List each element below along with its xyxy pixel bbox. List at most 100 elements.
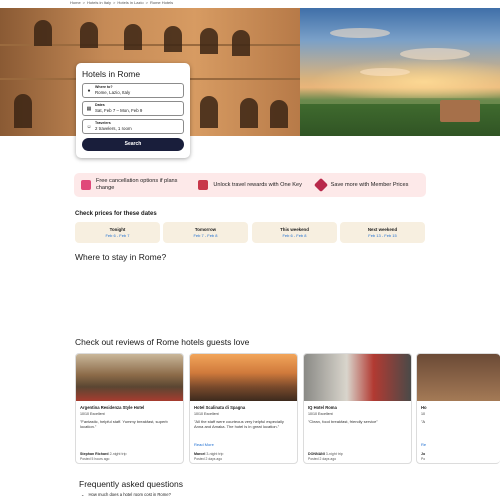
date-option-range: Feb 13 - Feb 15 [368,233,397,238]
calendar-icon [81,180,91,190]
arch [270,100,288,128]
review-posted: Po [421,457,426,461]
arch [240,98,258,128]
arch [200,96,218,128]
chevron-down-icon: ⌄ [81,492,85,497]
author-name: Jo [421,452,426,456]
date-option-label: Tomorrow [194,227,217,232]
trip-length: 2-night trip [109,452,127,456]
search-title: Hotels in Rome [82,69,141,79]
cloud [330,28,390,38]
review-card[interactable]: Ho 10 "A Re Jo Po [416,353,500,464]
promo-item: Save more with Member Prices [309,177,426,193]
page: Home > Hotels in Italy > Hotels in Lazio > … [0,0,500,500]
breadcrumb-item[interactable]: Home [70,0,81,8]
promo-text: Unlock travel rewards with One Key [213,181,302,188]
arch [80,22,98,48]
key-card-icon [198,180,209,190]
promo-text: Save more with Member Prices [330,181,409,188]
promo-item: Unlock travel rewards with One Key [191,180,308,190]
arch [14,94,32,128]
promo-text: Free cancellation options if plans chang… [96,178,178,191]
prices-title: Check prices for these dates [75,211,157,217]
author-name: DONNANI [308,452,325,456]
hotel-name: Argentina Residenza Style Hotel [80,405,145,410]
faq-question-text: How much does a hotel room cost in Rome? [88,492,171,497]
date-option-label: Next weekend [367,227,398,232]
review-quote: "Fantastic, helpful staff. Yummy breakfa… [80,419,168,430]
review-card[interactable]: IQ Hotel Roma 10/10 Excellent "Clean, fo… [303,353,412,464]
hotel-photo [190,354,297,401]
hotel-name: Hotel Scalinata di Spagna [194,405,246,410]
hotel-photo [417,354,500,401]
review-posted: Posted 2 days ago [194,457,223,461]
review-score: 10/10 Excellent [80,412,105,416]
hotel-photo [76,354,183,401]
faq-title: Frequently asked questions [79,479,183,489]
review-score: 10/10 Excellent [308,412,333,416]
sunset-glow [310,58,500,98]
review-score: 10 [421,412,425,416]
where-to-stay-title: Where to stay in Rome? [75,252,167,262]
dates-value: Sat, Feb 7 – Mon, Feb 9 [95,108,143,113]
read-more-link[interactable]: Re [421,442,496,447]
read-more-link[interactable]: Read More [194,442,293,447]
search-button[interactable]: Search [82,138,184,151]
review-author: Jo [421,452,425,456]
date-option-range: Feb 7 - Feb 8 [193,233,218,238]
author-name: Stephan Richard [80,452,109,456]
review-author: Marcel 3-night trip [194,452,223,456]
review-quote: "A [421,419,426,424]
hotel-photo [304,354,411,401]
review-score: 10/10 Excellent [194,412,219,416]
date-option-label: Tonight [109,227,126,232]
date-option-range: Feb 6 - Feb 8 [282,233,307,238]
location-pin-icon: ● [87,88,91,94]
breadcrumb-item[interactable]: Hotels in Lazio [117,0,143,8]
arch [124,24,142,50]
hero-image [0,8,500,136]
trip-length: 3-night trip [206,452,224,456]
arch [232,30,250,56]
calendar-icon: ▦ [86,106,92,112]
review-posted: Posted 2 days ago [308,457,337,461]
hotel-name: IQ Hotel Roma [308,405,337,410]
search-card: Hotels in Rome ● Where to? Rome, Lazio, … [76,63,190,158]
review-posted: Posted 5 hours ago [80,457,110,461]
travelers-value: 2 travelers, 1 room [95,126,132,131]
review-quote: "All the staff were courteous very helpf… [194,419,284,430]
review-author: Stephan Richard 2-night trip [80,452,127,456]
destination-field[interactable]: ● Where to? Rome, Lazio, Italy [82,83,184,98]
breadcrumb: Home > Hotels in Italy > Hotels in Lazio > … [70,0,173,8]
arch [34,20,52,46]
ruin [440,100,480,122]
travelers-field[interactable]: ☺ Travelers 2 travelers, 1 room [82,119,184,134]
date-option-this-weekend[interactable]: This weekend Feb 6 - Feb 8 [252,222,337,243]
promo-banner: Free cancellation options if plans chang… [74,173,426,197]
cloud [360,68,410,76]
person-icon: ☺ [86,124,92,130]
author-name: Marcel [194,452,206,456]
date-option-next-weekend[interactable]: Next weekend Feb 13 - Feb 15 [340,222,425,243]
date-option-tonight[interactable]: Tonight Feb 6 - Feb 7 [75,222,160,243]
promo-item: Free cancellation options if plans chang… [74,178,191,192]
breadcrumb-item[interactable]: Hotels in Italy [87,0,111,8]
dates-field[interactable]: ▦ Dates Sat, Feb 7 – Mon, Feb 9 [82,101,184,116]
review-card[interactable]: Hotel Scalinata di Spagna 10/10 Excellen… [189,353,298,464]
reviews-title: Check out reviews of Rome hotels guests … [75,337,250,347]
cloud [400,48,470,60]
arch [164,26,182,52]
faq-question[interactable]: ⌄ How much does a hotel room cost in Rom… [81,492,171,497]
review-card[interactable]: Argentina Residenza Style Hotel 10/10 Ex… [75,353,184,464]
hotel-name: Ho [421,405,427,410]
date-option-label: This weekend [280,227,309,232]
review-quote: "Clean, food breakfast, friendly service… [308,419,378,424]
trip-length: 3-night trip [325,452,343,456]
destination-value: Rome, Lazio, Italy [95,90,131,95]
review-author: DONNANI 3-night trip [308,452,343,456]
date-option-range: Feb 6 - Feb 7 [105,233,130,238]
date-option-tomorrow[interactable]: Tomorrow Feb 7 - Feb 8 [163,222,248,243]
tag-icon [313,177,328,193]
breadcrumb-current: Rome Hotels [149,0,174,5]
arch [200,28,218,54]
